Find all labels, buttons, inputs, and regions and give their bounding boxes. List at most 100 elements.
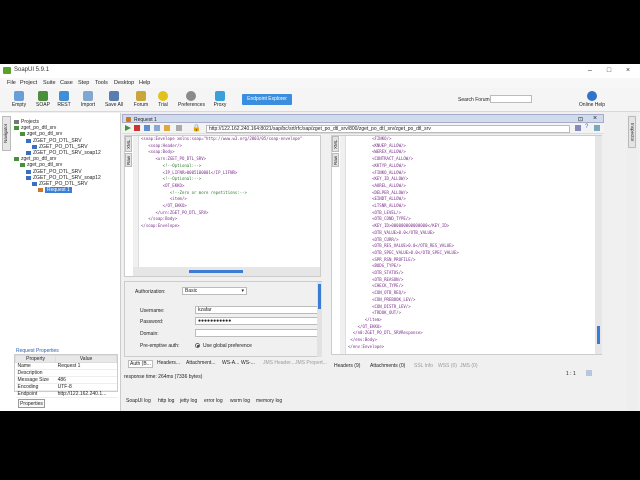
request-window-title-bar: Request 1 ⊡ ×	[122, 114, 604, 123]
soap-icon	[38, 91, 48, 101]
response-scroll-thumb[interactable]	[597, 326, 600, 344]
response-raw-tab[interactable]: Raw	[332, 153, 339, 167]
request-tab[interactable]: Attachment...	[186, 360, 215, 366]
empty-project-button[interactable]: Empty	[6, 90, 32, 110]
endpoint-explorer-button[interactable]: Endpoint Explorer	[242, 94, 292, 105]
request-editor[interactable]: XML Raw <soap:Envelope xmlns:soap="http:…	[124, 135, 321, 277]
split-icon[interactable]	[176, 125, 182, 131]
tree-item-label: ZGET_PO_DTL_SRV	[39, 143, 88, 150]
request-tab[interactable]: Auth (B...	[128, 360, 153, 368]
response-time-status: response time: 264ms (7336 bytes)	[124, 374, 203, 380]
response-xml-tab[interactable]: XML	[332, 136, 339, 152]
response-tab[interactable]: Attachments (0)	[370, 363, 405, 369]
save-all-button[interactable]: Save All	[101, 90, 127, 110]
help-small-icon[interactable]: ?	[585, 124, 588, 130]
close-icon[interactable]: ×	[622, 66, 634, 75]
request-tab[interactable]: Headers...	[157, 360, 180, 366]
log-tab[interactable]: SoapUI log	[126, 398, 151, 404]
main-toolbar: Empty SOAP REST Import Save All Forum Tr…	[0, 88, 640, 112]
request-properties-table: Property Value Name Request 1 Description M…	[14, 354, 118, 398]
response-options-icon[interactable]	[586, 370, 592, 376]
window-tile-icon[interactable]: ⊡	[578, 116, 583, 123]
property-row[interactable]: Name Request 1	[15, 362, 117, 370]
property-row[interactable]: Encoding UTF-8	[15, 383, 117, 391]
maximize-icon[interactable]: □	[603, 66, 615, 75]
menu-step[interactable]: Step	[78, 80, 89, 86]
tree-item-label: ZGET_PO_DTL_SRV	[33, 137, 82, 144]
response-tab[interactable]: Headers (9)	[334, 363, 360, 369]
response-tab[interactable]: JMS (0)	[460, 363, 478, 369]
code-line: <KNUEP_ALLOW/>	[348, 142, 406, 148]
tree-item-label: ZGET_PO_DTL_SRV_soap12	[33, 174, 101, 181]
request-horizontal-scrollbar[interactable]	[133, 267, 320, 276]
password-input[interactable]: ●●●●●●●●●●●	[195, 317, 321, 325]
menu-file[interactable]: File	[7, 80, 16, 86]
online-help-button[interactable]: Online Help	[577, 90, 607, 108]
tree-item[interactable]: Request 1	[12, 187, 120, 194]
request-tab[interactable]: JMS Propert...	[295, 360, 327, 366]
stop-icon[interactable]	[134, 125, 140, 131]
code-line: <CHECK_TYPE/>	[348, 283, 404, 289]
property-row[interactable]: Endpoint http://122.162.240.1...	[15, 390, 117, 398]
proxy-button[interactable]: Proxy	[207, 90, 233, 110]
menu-case[interactable]: Case	[60, 80, 73, 86]
maximize-editor-icon[interactable]	[594, 125, 600, 131]
menu-help[interactable]: Help	[139, 80, 150, 86]
code-line: <OTB_LEVEL/>	[348, 209, 401, 215]
tree-node-icon	[20, 163, 25, 168]
layout-icon[interactable]	[575, 125, 581, 131]
properties-button[interactable]: Properties	[18, 399, 45, 408]
request-tab[interactable]: WS-...	[241, 360, 255, 366]
request-xml-code[interactable]: <soap:Envelope xmlns:soap="http://www.w3…	[141, 136, 319, 267]
value-column-header: Value	[55, 355, 117, 363]
rest-project-button[interactable]: REST	[51, 90, 77, 110]
minimize-icon[interactable]: –	[584, 66, 596, 75]
code-line: </item>	[348, 316, 382, 322]
response-vertical-scrollbar[interactable]	[595, 136, 602, 354]
preferences-button[interactable]: Preferences	[178, 90, 205, 110]
code-line: <OTB_RES_VALUE>0.0</OTB_RES_VALUE>	[348, 243, 454, 249]
username-input[interactable]: kzafar	[195, 306, 321, 314]
format-icon[interactable]	[164, 125, 170, 131]
log-tab[interactable]: error log	[204, 398, 223, 404]
domain-input[interactable]	[195, 329, 321, 337]
menu-tools[interactable]: Tools	[95, 80, 108, 86]
code-line: <OTB_COND_TYPE/>	[348, 216, 411, 222]
log-tab[interactable]: memory log	[256, 398, 282, 404]
menu-desktop[interactable]: Desktop	[114, 80, 134, 86]
response-tabs: Headers (9) Attachments (0) SSL Info WSS (0…	[334, 362, 534, 370]
log-tab[interactable]: jetty log	[180, 398, 197, 404]
use-global-preference-radio[interactable]	[195, 343, 200, 348]
log-tab[interactable]: wsrm log	[230, 398, 250, 404]
request-tab[interactable]: JMS Header...	[263, 360, 295, 366]
code-line: <BUDG_TYPE/>	[348, 263, 401, 269]
request-raw-tab[interactable]: Raw	[125, 153, 132, 167]
property-row[interactable]: Description	[15, 369, 117, 377]
response-tab[interactable]: SSL Info	[414, 363, 433, 369]
code-line: <FINKO_ALLOW/>	[348, 169, 406, 175]
request-scroll-thumb[interactable]	[189, 270, 243, 273]
authorization-select[interactable]: Basic ▾	[182, 287, 247, 295]
response-xml-code[interactable]: <FINKO/> <KNUEP_ALLOW/> <WEREX_ALLOW/> <…	[348, 136, 594, 354]
clone-icon[interactable]	[154, 125, 160, 131]
property-row[interactable]: Message Size 486	[15, 376, 117, 384]
request-xml-tab[interactable]: XML	[125, 136, 132, 152]
response-editor[interactable]: XML Raw <FINKO/> <KNUEP_ALLOW/> <WEREX_A…	[331, 135, 602, 355]
menu-project[interactable]: Project	[20, 80, 37, 86]
menu-suite[interactable]: Suite	[43, 80, 56, 86]
auth-vertical-scrollbar[interactable]	[317, 282, 322, 357]
inspector-tab[interactable]: Inspector	[628, 116, 636, 148]
log-tab[interactable]: http log	[158, 398, 174, 404]
import-button[interactable]: Import	[75, 90, 101, 110]
navigator-tab[interactable]: Navigator	[2, 116, 11, 151]
code-line: <OTB_STATUS/>	[348, 270, 404, 276]
response-tab[interactable]: WSS (0)	[438, 363, 457, 369]
request-tab[interactable]: WS-A...	[222, 360, 239, 366]
run-icon[interactable]	[125, 125, 131, 131]
property-name: Message Size	[15, 376, 56, 384]
search-forum-input[interactable]	[490, 95, 532, 103]
endpoint-url-field[interactable]: http://122.162.240.164:8021/sap/bc/srt/r…	[206, 125, 570, 133]
add-to-testcase-icon[interactable]	[144, 125, 150, 131]
window-close-icon[interactable]: ×	[593, 115, 597, 122]
trial-button[interactable]: Trial	[150, 90, 176, 110]
